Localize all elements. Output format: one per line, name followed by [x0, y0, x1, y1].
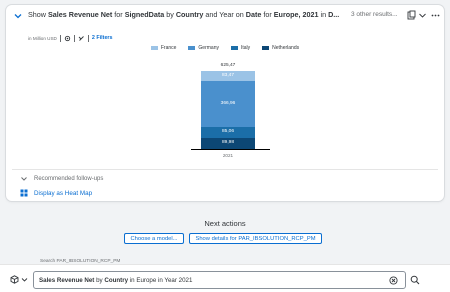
link-icon[interactable] [78, 35, 85, 42]
bar-segment-france[interactable]: 83,47 [201, 71, 255, 82]
collapse-chevron-icon[interactable] [13, 11, 23, 21]
bar-segment-germany[interactable]: 366,96 [201, 81, 255, 128]
text-fragment: SignedData [124, 10, 165, 19]
text-fragment: for [261, 10, 274, 19]
filters-link[interactable]: 2 Filters [92, 35, 113, 41]
recommended-followups[interactable]: Recommended follow-ups [20, 175, 103, 183]
card-header: Show Sales Revenue Net for SignedData by… [6, 5, 444, 27]
x-tick-label: 2021 [222, 153, 234, 158]
divider [59, 34, 61, 42]
segment-data-label: 89,98 [221, 140, 234, 146]
legend-label: France [160, 45, 177, 51]
divider [87, 34, 89, 42]
chart-subbar: in Million USD 2 Filters [28, 33, 113, 43]
text-fragment: Sales Revenue Net [47, 10, 113, 19]
legend-item[interactable]: France [150, 43, 177, 53]
heatmap-icon [20, 189, 28, 197]
legend-swatch [188, 46, 196, 50]
legend-label: Germany [198, 45, 219, 51]
stacked-bar-chart: 625,47 89,98 85,06 366,96 83,47 2021 [6, 55, 444, 163]
save-icon[interactable] [406, 10, 417, 21]
clear-icon[interactable] [389, 276, 398, 285]
result-card: Show Sales Revenue Net for SignedData by… [6, 5, 444, 201]
card-title: Show Sales Revenue Net for SignedData by… [28, 10, 343, 19]
legend-item[interactable]: Italy [230, 43, 251, 53]
text-fragment: by [94, 277, 105, 284]
more-icon[interactable] [430, 10, 441, 21]
text-fragment: in Europe in Year 2021 [128, 277, 193, 284]
legend-label: Italy [240, 45, 251, 51]
text-fragment: by [164, 10, 176, 19]
text-fragment: Show [28, 10, 48, 19]
text-fragment: Country [104, 277, 129, 284]
chevron-down-icon[interactable] [21, 276, 28, 283]
total-data-label: 625,47 [220, 63, 236, 68]
cube-icon[interactable] [10, 275, 19, 284]
legend-item[interactable]: Netherlands [262, 43, 299, 53]
choose-model-button[interactable]: Choose a model... [124, 233, 184, 244]
text-fragment: Country [175, 10, 204, 19]
legend-swatch [230, 46, 238, 50]
other-results-link[interactable]: 3 other results... [351, 11, 398, 18]
show-details-button[interactable]: Show details for PAR_IBSOLUTION_RCP_PM [189, 233, 322, 244]
chart-baseline [191, 149, 270, 150]
text-fragment: Europe, 2021 [273, 10, 319, 19]
chevron-down-icon[interactable] [417, 10, 428, 21]
text-fragment: for [112, 10, 125, 19]
chevron-down-icon [21, 177, 27, 181]
legend-swatch [262, 46, 270, 50]
bar-segment-netherlands[interactable]: 89,98 [201, 137, 255, 149]
search-query-text: Sales Revenue Net by Country in Europe i… [39, 277, 192, 284]
legend-item[interactable]: Germany [188, 43, 219, 53]
card-divider [12, 169, 438, 170]
search-icon[interactable] [410, 275, 420, 285]
unit-label: in Million USD [28, 35, 57, 41]
text-fragment: Sales Revenue Net [39, 277, 95, 284]
search-bar: Sales Revenue Net by Country in Europe i… [0, 264, 450, 292]
segment-data-label: 83,47 [221, 73, 234, 79]
divider [73, 34, 75, 42]
segment-data-label: 366,96 [220, 101, 236, 107]
chart-legend: France Germany Italy Netherlands [6, 43, 444, 53]
text-fragment: in [318, 10, 329, 19]
settings-icon[interactable] [64, 35, 71, 42]
followups-label: Recommended follow-ups [34, 176, 104, 182]
heatmap-label: Display as Heat Map [34, 189, 93, 197]
next-actions-title: Next actions [204, 219, 246, 228]
text-fragment: and Year on [203, 10, 246, 19]
legend-label: Netherlands [272, 45, 300, 51]
bar-segment-italy[interactable]: 85,06 [201, 127, 255, 138]
text-fragment: Date [245, 10, 262, 19]
text-fragment: D... [328, 10, 340, 19]
segment-data-label: 85,06 [221, 129, 234, 135]
legend-swatch [150, 46, 158, 50]
search-input[interactable]: Sales Revenue Net by Country in Europe i… [33, 271, 406, 289]
display-heatmap-link[interactable]: Display as Heat Map [20, 189, 92, 197]
